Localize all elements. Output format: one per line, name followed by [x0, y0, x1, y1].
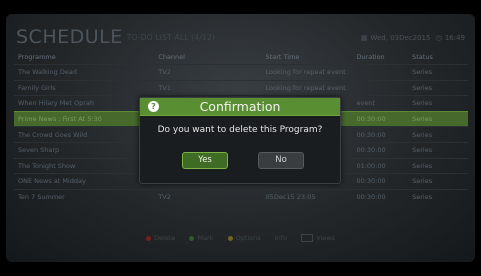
no-button[interactable]: No [258, 152, 304, 169]
cell-duration [352, 64, 409, 81]
date-text: Wed, 03Dec2015 [370, 34, 431, 42]
cell-channel: TV2 [154, 64, 262, 81]
cell-programme: The Walking Dead [14, 64, 155, 81]
info-label: Info [274, 234, 288, 242]
cell-programme: The Crowd Goes Wild [14, 126, 155, 143]
cell-duration [352, 79, 409, 96]
table-header: Programme Channel Start Time Duration St… [14, 50, 468, 65]
table-row[interactable]: Ten 7 Summer TV2 05Dec15 23:05 00:30:00 … [14, 188, 468, 205]
views-icon [301, 234, 314, 242]
cell-programme: When Hilary Met Oprah [14, 95, 155, 112]
delete-label: Delete [154, 234, 176, 242]
cell-start: Looking for repeat event [261, 79, 353, 96]
red-key-icon [146, 235, 152, 241]
cell-duration: 00:30:00 [352, 141, 409, 159]
cell-status: Series [408, 188, 468, 205]
cell-programme: Family Girls [14, 79, 155, 96]
cell-status: Series [408, 110, 468, 127]
page-title: SCHEDULE TO-DO LIST ALL (4/12) [16, 26, 215, 48]
title-text: SCHEDULE [16, 26, 123, 48]
cell-duration: event [352, 95, 409, 112]
calendar-icon: ▦ [360, 34, 368, 42]
info-key[interactable]: Info [275, 234, 287, 242]
table-row[interactable]: Family Girls TV1 Looking for repeat even… [14, 79, 468, 96]
mark-label: Mark [197, 234, 214, 242]
cell-programme: Seven Sharp [14, 141, 155, 159]
col-duration: Duration [356, 53, 385, 61]
confirmation-dialog: ? Confirmation Do you want to delete thi… [139, 97, 341, 184]
dialog-message: Do you want to delete this Program? [157, 125, 323, 135]
cell-status: Series [408, 126, 468, 143]
dialog-title: Confirmation [199, 99, 281, 114]
col-status: Status [412, 53, 433, 61]
cell-programme: Ten 7 Summer [14, 188, 155, 205]
cell-status: Series [408, 173, 468, 190]
table-row[interactable]: The Walking Dead TV2 Looking for repeat … [14, 64, 468, 81]
cell-status: Series [408, 95, 468, 112]
cell-status: Series [408, 157, 468, 174]
footer-legend: Delete Mark Options Info Views [6, 234, 475, 242]
green-key-icon [189, 235, 195, 241]
time-text: 16:49 [444, 34, 465, 42]
cell-duration: 01:00:00 [352, 157, 409, 174]
cell-duration: 00:30:00 [352, 173, 409, 190]
cell-status: Series [408, 141, 468, 159]
cell-status: Series [408, 64, 468, 81]
cell-start: 05Dec15 23:05 [261, 188, 353, 205]
cell-channel: TV2 [154, 188, 262, 205]
cell-duration: 00:30:00 [352, 110, 409, 127]
cell-channel: TV1 [154, 79, 262, 96]
cell-duration: 00:30:00 [352, 188, 409, 205]
dialog-header: ? Confirmation [140, 98, 340, 116]
col-channel: Channel [158, 53, 185, 61]
cell-duration: 00:30:00 [352, 126, 409, 143]
cell-status: Series [408, 79, 468, 96]
yes-button[interactable]: Yes [182, 152, 228, 169]
clock-icon: ◷ [435, 34, 442, 42]
subtitle: TO-DO LIST ALL (4/12) [126, 33, 216, 42]
delete-key[interactable]: Delete [146, 234, 175, 242]
views-key[interactable]: Views [301, 234, 335, 242]
cell-programme: Prime News : First At 5:30 [14, 110, 155, 127]
views-label: Views [316, 234, 335, 242]
cell-start: Looking for repeat event [261, 64, 353, 81]
col-programme: Programme [18, 53, 56, 61]
cell-programme: ONE News at Midday [14, 173, 155, 190]
mark-key[interactable]: Mark [189, 234, 214, 242]
col-start-time: Start Time [265, 53, 300, 61]
yellow-key-icon [227, 235, 233, 241]
tv-frame: SCHEDULE TO-DO LIST ALL (4/12) ▦ Wed, 03De… [0, 0, 481, 276]
clock: ▦ Wed, 03Dec2015 ◷ 16:49 [358, 34, 465, 42]
options-label: Options [235, 234, 261, 242]
options-key[interactable]: Options [227, 234, 261, 242]
cell-programme: The Tonight Show [14, 157, 155, 174]
